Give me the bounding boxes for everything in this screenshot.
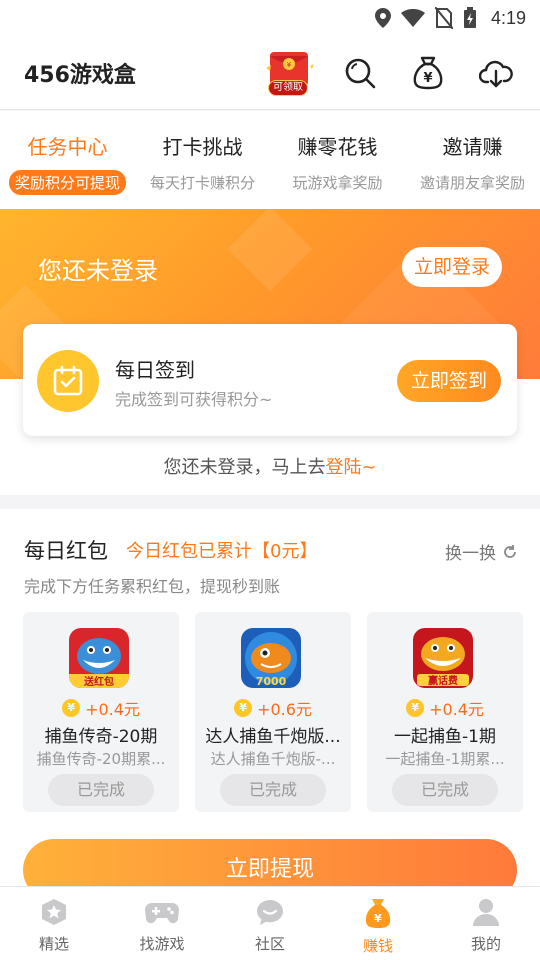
game-task-list: 送红包 ¥ +0.4元 捕鱼传奇-20期 捕鱼传奇-20期累... 已完成 700… <box>23 612 523 812</box>
nav-earn-money[interactable]: ¥ 赚钱 <box>324 887 432 960</box>
game-task-card[interactable]: 送红包 ¥ +0.4元 捕鱼传奇-20期 捕鱼传奇-20期累... 已完成 <box>23 612 179 812</box>
screen: 4:19 456游戏盒 ¥ 可领取 ¥ 任务中心 奖励积分可提现 打卡挑战 每天… <box>0 0 540 960</box>
reward-amount: +0.4元 <box>429 700 484 719</box>
nav-community[interactable]: 社区 <box>216 887 324 960</box>
calendar-check-icon <box>37 350 99 412</box>
reward-amount: +0.6元 <box>257 700 312 719</box>
search-icon <box>345 58 376 89</box>
redpacket-claim-button[interactable]: ¥ 可领取 <box>262 48 314 98</box>
tab-title: 打卡挑战 <box>162 135 243 159</box>
daily-signin-card: 每日签到 完成签到可获得积分~ 立即签到 <box>23 324 517 436</box>
game-task-card[interactable]: 7000 ¥ +0.6元 达人捕鱼千炮版... 达人捕鱼千炮版-... 已完成 <box>195 612 351 812</box>
svg-text:赢话费: 赢话费 <box>428 674 458 687</box>
earnings-button[interactable]: ¥ <box>406 51 450 95</box>
redpacket-total: 今日红包已累计【0元】 <box>126 541 318 562</box>
reward: ¥ +0.4元 <box>367 696 523 720</box>
nav-label: 找游戏 <box>139 935 185 953</box>
tab-task-center[interactable]: 任务中心 奖励积分可提现 <box>0 111 135 209</box>
game-icon: 7000 <box>241 628 301 688</box>
login-tip-text: 您还未登录，马上去 <box>163 457 326 478</box>
no-sim-icon <box>434 7 453 29</box>
user-icon <box>473 899 499 926</box>
game-name: 达人捕鱼千炮版... <box>205 727 341 747</box>
header-actions: ¥ 可领取 ¥ <box>262 48 518 98</box>
swap-label: 换一换 <box>445 544 496 564</box>
completed-badge: 已完成 <box>220 774 326 806</box>
tab-title: 邀请赚 <box>442 135 503 159</box>
tab-earn-pocket-money[interactable]: 赚零花钱 玩游戏拿奖励 <box>270 111 405 209</box>
login-tip: 您还未登录，马上去登陆~ <box>0 453 540 479</box>
nav-featured[interactable]: 精选 <box>0 887 108 960</box>
redpacket-title: 每日红包 <box>24 539 108 563</box>
swap-button[interactable]: 换一换 <box>445 539 518 564</box>
tab-title: 赚零花钱 <box>297 135 378 159</box>
coin-icon: ¥ <box>406 699 425 717</box>
game-task-card[interactable]: 赢话费 ¥ +0.4元 一起捕鱼-1期 一起捕鱼-1期累... 已完成 <box>367 612 523 812</box>
svg-text:7000: 7000 <box>256 675 287 688</box>
coin-icon: ¥ <box>234 699 253 717</box>
cloud-download-icon <box>479 60 513 88</box>
not-logged-in-text: 您还未登录 <box>38 257 158 285</box>
tab-subtitle: 玩游戏拿奖励 <box>292 174 383 192</box>
location-icon <box>374 8 391 28</box>
tab-subtitle: 每天打卡赚积分 <box>149 174 255 192</box>
reward-amount: +0.4元 <box>85 700 140 719</box>
svg-text:¥: ¥ <box>423 71 432 86</box>
reward: ¥ +0.4元 <box>23 696 179 720</box>
game-task-desc: 一起捕鱼-1期累... <box>385 750 505 768</box>
tab-invite-earn[interactable]: 邀请赚 邀请朋友拿奖励 <box>405 111 540 209</box>
game-name: 一起捕鱼-1期 <box>394 727 496 747</box>
decor-diamond <box>227 209 313 292</box>
game-name: 捕鱼传奇-20期 <box>44 727 158 747</box>
gamepad-icon <box>145 903 179 924</box>
svg-text:¥: ¥ <box>374 912 382 925</box>
tab-subtitle: 邀请朋友拿奖励 <box>419 174 525 192</box>
nav-label: 社区 <box>254 935 285 953</box>
download-button[interactable] <box>474 51 518 95</box>
chat-icon <box>257 900 283 925</box>
app-title: 456游戏盒 <box>24 62 136 88</box>
redpacket-description: 完成下方任务累积红包，提现秒到账 <box>24 577 281 596</box>
tab-title: 任务中心 <box>27 135 108 159</box>
completed-badge: 已完成 <box>48 774 154 806</box>
search-button[interactable] <box>338 51 382 95</box>
svg-text:¥: ¥ <box>287 61 292 69</box>
nav-label: 精选 <box>38 935 69 953</box>
login-hero: 您还未登录 立即登录 每日签到 完成签到可获得积分~ 立即签到 您还未登录，马上… <box>0 209 540 495</box>
battery-charging-icon <box>463 7 477 29</box>
money-bag-icon: ¥ <box>413 56 443 90</box>
game-icon: 赢话费 <box>413 628 473 688</box>
nav-label: 赚钱 <box>362 937 393 955</box>
daily-redpacket-section: 每日红包 今日红包已累计【0元】 换一换 完成下方任务累积红包，提现秒到账 送红… <box>0 509 540 901</box>
svg-text:送红包: 送红包 <box>83 675 114 688</box>
wifi-icon <box>400 9 425 27</box>
tab-subtitle: 奖励积分可提现 <box>8 170 126 195</box>
star-icon <box>42 899 66 925</box>
task-tabs: 任务中心 奖励积分可提现 打卡挑战 每天打卡赚积分 赚零花钱 玩游戏拿奖励 邀请… <box>0 111 540 209</box>
completed-badge: 已完成 <box>392 774 498 806</box>
tab-checkin-challenge[interactable]: 打卡挑战 每天打卡赚积分 <box>135 111 270 209</box>
nav-label: 我的 <box>470 935 501 953</box>
signin-title: 每日签到 <box>115 358 195 382</box>
signin-subtitle: 完成签到可获得积分~ <box>115 390 273 409</box>
redpacket-label: 可领取 <box>268 80 308 96</box>
nav-mine[interactable]: 我的 <box>432 887 540 960</box>
coin-icon: ¥ <box>62 699 81 717</box>
app-header: 456游戏盒 ¥ 可领取 ¥ <box>0 36 540 110</box>
clock: 4:19 <box>490 7 526 28</box>
nav-find-games[interactable]: 找游戏 <box>108 887 216 960</box>
reward: ¥ +0.6元 <box>195 696 351 720</box>
login-button[interactable]: 立即登录 <box>401 247 502 287</box>
game-icon: 送红包 <box>69 628 129 688</box>
refresh-icon <box>504 544 516 558</box>
login-link[interactable]: 登陆~ <box>325 457 376 478</box>
game-task-desc: 捕鱼传奇-20期累... <box>36 750 166 768</box>
status-bar: 4:19 <box>0 0 540 36</box>
money-bag-icon: ¥ <box>365 899 391 928</box>
game-task-desc: 达人捕鱼千炮版-... <box>210 750 336 768</box>
bottom-nav: 精选 找游戏 社区 ¥ 赚钱 我的 <box>0 886 540 960</box>
signin-button[interactable]: 立即签到 <box>396 360 501 402</box>
